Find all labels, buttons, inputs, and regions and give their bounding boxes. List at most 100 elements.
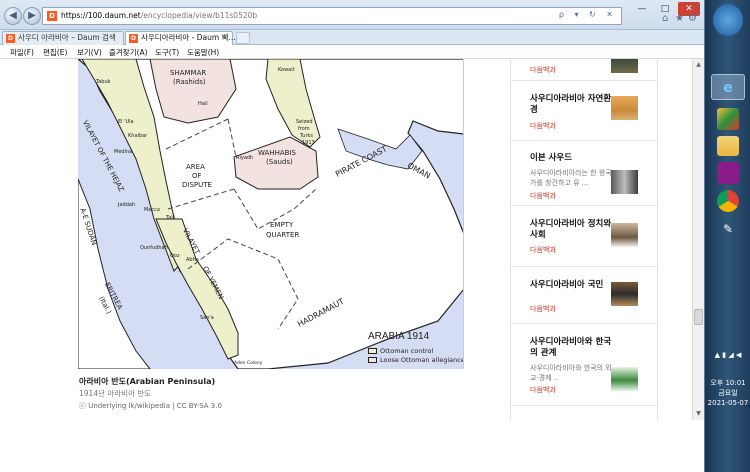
home-icon[interactable]: ⌂ bbox=[662, 13, 668, 24]
map-label: Jeddah bbox=[118, 202, 136, 208]
map-svg bbox=[78, 59, 463, 369]
media-app-taskbar-button[interactable] bbox=[717, 162, 739, 184]
map-label: Turks bbox=[300, 133, 314, 139]
url-host: https://100.daum.net bbox=[61, 11, 141, 20]
card-thumbnail bbox=[611, 223, 638, 247]
related-card[interactable]: 사우디아라비아 자연환경 다음백과 bbox=[511, 84, 657, 141]
map-label: WAHHABIS bbox=[258, 149, 296, 157]
arabia-1914-map[interactable]: SHAMMAR (Rashids) Kowait Hail VILAYET OF… bbox=[78, 59, 464, 369]
map-title: ARABIA 1914 bbox=[368, 331, 430, 342]
browser-nav-bar: ◀ ▶ D https://100.daum.net/encyclopedia/… bbox=[0, 0, 704, 30]
windows-taskbar: e ✎ ▲ ▮ ◢ ◀ 오후 10:01 금요일 2021-05-07 bbox=[704, 0, 750, 472]
map-label: 1913 bbox=[302, 140, 315, 146]
card-description: 사우디아라비아라는 한 왕국가를 창건하고 유 ... bbox=[530, 169, 612, 187]
image-caption-title: 아라비아 반도(Arabian Peninsula) bbox=[79, 377, 216, 386]
menu-tools[interactable]: 도구(T) bbox=[155, 47, 179, 58]
map-label: (Sauds) bbox=[266, 158, 293, 166]
scroll-thumb[interactable] bbox=[694, 309, 703, 325]
clock-weekday[interactable]: 금요일 bbox=[705, 388, 750, 398]
map-label: Hail bbox=[198, 101, 208, 107]
card-title: 사우디아라비아 국민 bbox=[530, 280, 604, 290]
map-label: Tabuk bbox=[96, 79, 111, 85]
app-taskbar-button[interactable] bbox=[717, 108, 739, 130]
url-text[interactable]: https://100.daum.net/encyclopedia/view/b… bbox=[61, 11, 257, 20]
legend-item: Loose Ottoman allegiance bbox=[368, 356, 464, 365]
legend-label: Ottoman control bbox=[380, 347, 434, 355]
map-label: Seized bbox=[296, 119, 313, 125]
url-path: /encyclopedia/view/b11s0520b bbox=[140, 11, 258, 20]
map-label: EMPTY bbox=[270, 221, 294, 229]
card-source: 다음백과 bbox=[530, 66, 556, 74]
favorites-star-icon[interactable]: ★ bbox=[675, 13, 684, 24]
tab-daum-encyclopedia[interactable]: D 사우디아라비아 - Daum 백... × bbox=[125, 31, 236, 45]
map-label: Abha bbox=[186, 257, 199, 263]
start-button[interactable] bbox=[713, 4, 743, 36]
menu-favorites[interactable]: 즐겨찾기(A) bbox=[109, 47, 148, 58]
clock-date[interactable]: 2021-05-07 bbox=[705, 398, 750, 408]
card-title: 이븐 사우드 bbox=[530, 153, 573, 163]
back-arrow-icon: ◀ bbox=[9, 10, 17, 21]
address-tools[interactable]: ρ ▾ ↻ ✕ bbox=[559, 10, 617, 19]
map-label: Mecca bbox=[144, 207, 160, 213]
menu-help[interactable]: 도움말(H) bbox=[187, 47, 219, 58]
minimize-button[interactable]: — bbox=[632, 2, 652, 16]
card-source: 다음백과 bbox=[530, 305, 556, 313]
address-bar[interactable]: D https://100.daum.net/encyclopedia/view… bbox=[42, 7, 622, 25]
card-source: 다음백과 bbox=[530, 246, 556, 254]
forward-arrow-icon: ▶ bbox=[28, 10, 36, 21]
legend-label: Loose Ottoman allegiance bbox=[380, 356, 464, 364]
forward-button[interactable]: ▶ bbox=[23, 7, 41, 25]
menu-edit[interactable]: 편집(E) bbox=[43, 47, 67, 58]
map-label: Khaibar bbox=[128, 133, 148, 139]
related-card[interactable]: 사우디아라비아와 한국의 관계 사우디아라비아와 한국의 외교·경제 .. 다음… bbox=[511, 327, 657, 406]
menu-view[interactable]: 보기(V) bbox=[77, 47, 102, 58]
card-title: 사우디아라비아와 한국의 관계 bbox=[530, 337, 612, 358]
scroll-down-arrow-icon[interactable]: ▼ bbox=[694, 409, 703, 418]
new-tab-button[interactable] bbox=[236, 32, 250, 44]
chrome-taskbar-button[interactable] bbox=[717, 190, 739, 212]
image-caption-subtitle: 1914년 아라비아 반도 bbox=[79, 389, 152, 398]
card-source: 다음백과 bbox=[530, 192, 556, 200]
map-label: QUARTER bbox=[266, 231, 300, 239]
tab-label: 사우디 아라비아 – Daum 검색 bbox=[18, 33, 116, 42]
folder-taskbar-button[interactable] bbox=[717, 136, 739, 156]
back-button[interactable]: ◀ bbox=[4, 7, 22, 25]
legend-swatch bbox=[368, 357, 377, 363]
map-label: (Rashids) bbox=[173, 78, 206, 86]
tray-icons[interactable]: ▲ ▮ ◢ ◀ bbox=[705, 350, 750, 360]
menu-file[interactable]: 파일(F) bbox=[10, 47, 34, 58]
card-thumbnail bbox=[611, 170, 638, 194]
page-bottom-area bbox=[0, 420, 704, 472]
paint-brush-icon: ✎ bbox=[722, 222, 734, 236]
paint-taskbar-button[interactable]: ✎ bbox=[711, 216, 745, 242]
card-thumbnail bbox=[611, 59, 638, 73]
ie-icon: e bbox=[723, 80, 733, 96]
related-card[interactable]: 다음백과 bbox=[511, 59, 657, 81]
image-license[interactable]: ⓒ Underlying lk/wikipedia | CC BY-SA 3.0 bbox=[79, 401, 222, 411]
tab-daum-search[interactable]: D 사우디 아라비아 – Daum 검색 bbox=[2, 31, 124, 45]
related-card[interactable]: 사우디아라비아 국민 다음백과 bbox=[511, 270, 657, 324]
map-label: DISPUTE bbox=[182, 181, 212, 189]
legend-swatch bbox=[368, 348, 377, 354]
card-source: 다음백과 bbox=[530, 386, 556, 394]
menu-bar: 파일(F) 편집(E) 보기(V) 즐겨찾기(A) 도구(T) 도움말(H) bbox=[0, 46, 704, 59]
map-label: SHAMMAR bbox=[170, 69, 207, 77]
daum-favicon-icon: D bbox=[47, 11, 57, 21]
related-articles-sidebar: 다음백과 사우디아라비아 자연환경 다음백과 이븐 사우드 사우디아라비아라는 … bbox=[510, 59, 658, 420]
page-scrollbar[interactable]: ▲ ▼ bbox=[692, 59, 704, 420]
daum-favicon-icon: D bbox=[129, 34, 138, 43]
map-label: San'a bbox=[200, 315, 214, 321]
settings-gear-icon[interactable]: ⚙ bbox=[688, 13, 697, 24]
related-card[interactable]: 사우디아라비아 정치와 사회 다음백과 bbox=[511, 209, 657, 267]
clock-time[interactable]: 오후 10:01 bbox=[705, 378, 750, 388]
card-title: 사우디아라비아 자연환경 bbox=[530, 94, 612, 115]
card-source: 다음백과 bbox=[530, 122, 556, 130]
legend-item: Ottoman control bbox=[368, 347, 463, 356]
related-card[interactable]: 이븐 사우드 사우디아라비아라는 한 왕국가를 창건하고 유 ... 다음백과 bbox=[511, 144, 657, 206]
card-title: 사우디아라비아 정치와 사회 bbox=[530, 219, 612, 240]
internet-explorer-taskbar-button[interactable]: e bbox=[711, 74, 745, 100]
map-label: Taif bbox=[166, 215, 175, 221]
system-tray: ▲ ▮ ◢ ◀ 오후 10:01 금요일 2021-05-07 bbox=[705, 350, 750, 408]
scroll-up-arrow-icon[interactable]: ▲ bbox=[694, 60, 703, 69]
tab-close-icon[interactable]: × bbox=[221, 32, 228, 44]
